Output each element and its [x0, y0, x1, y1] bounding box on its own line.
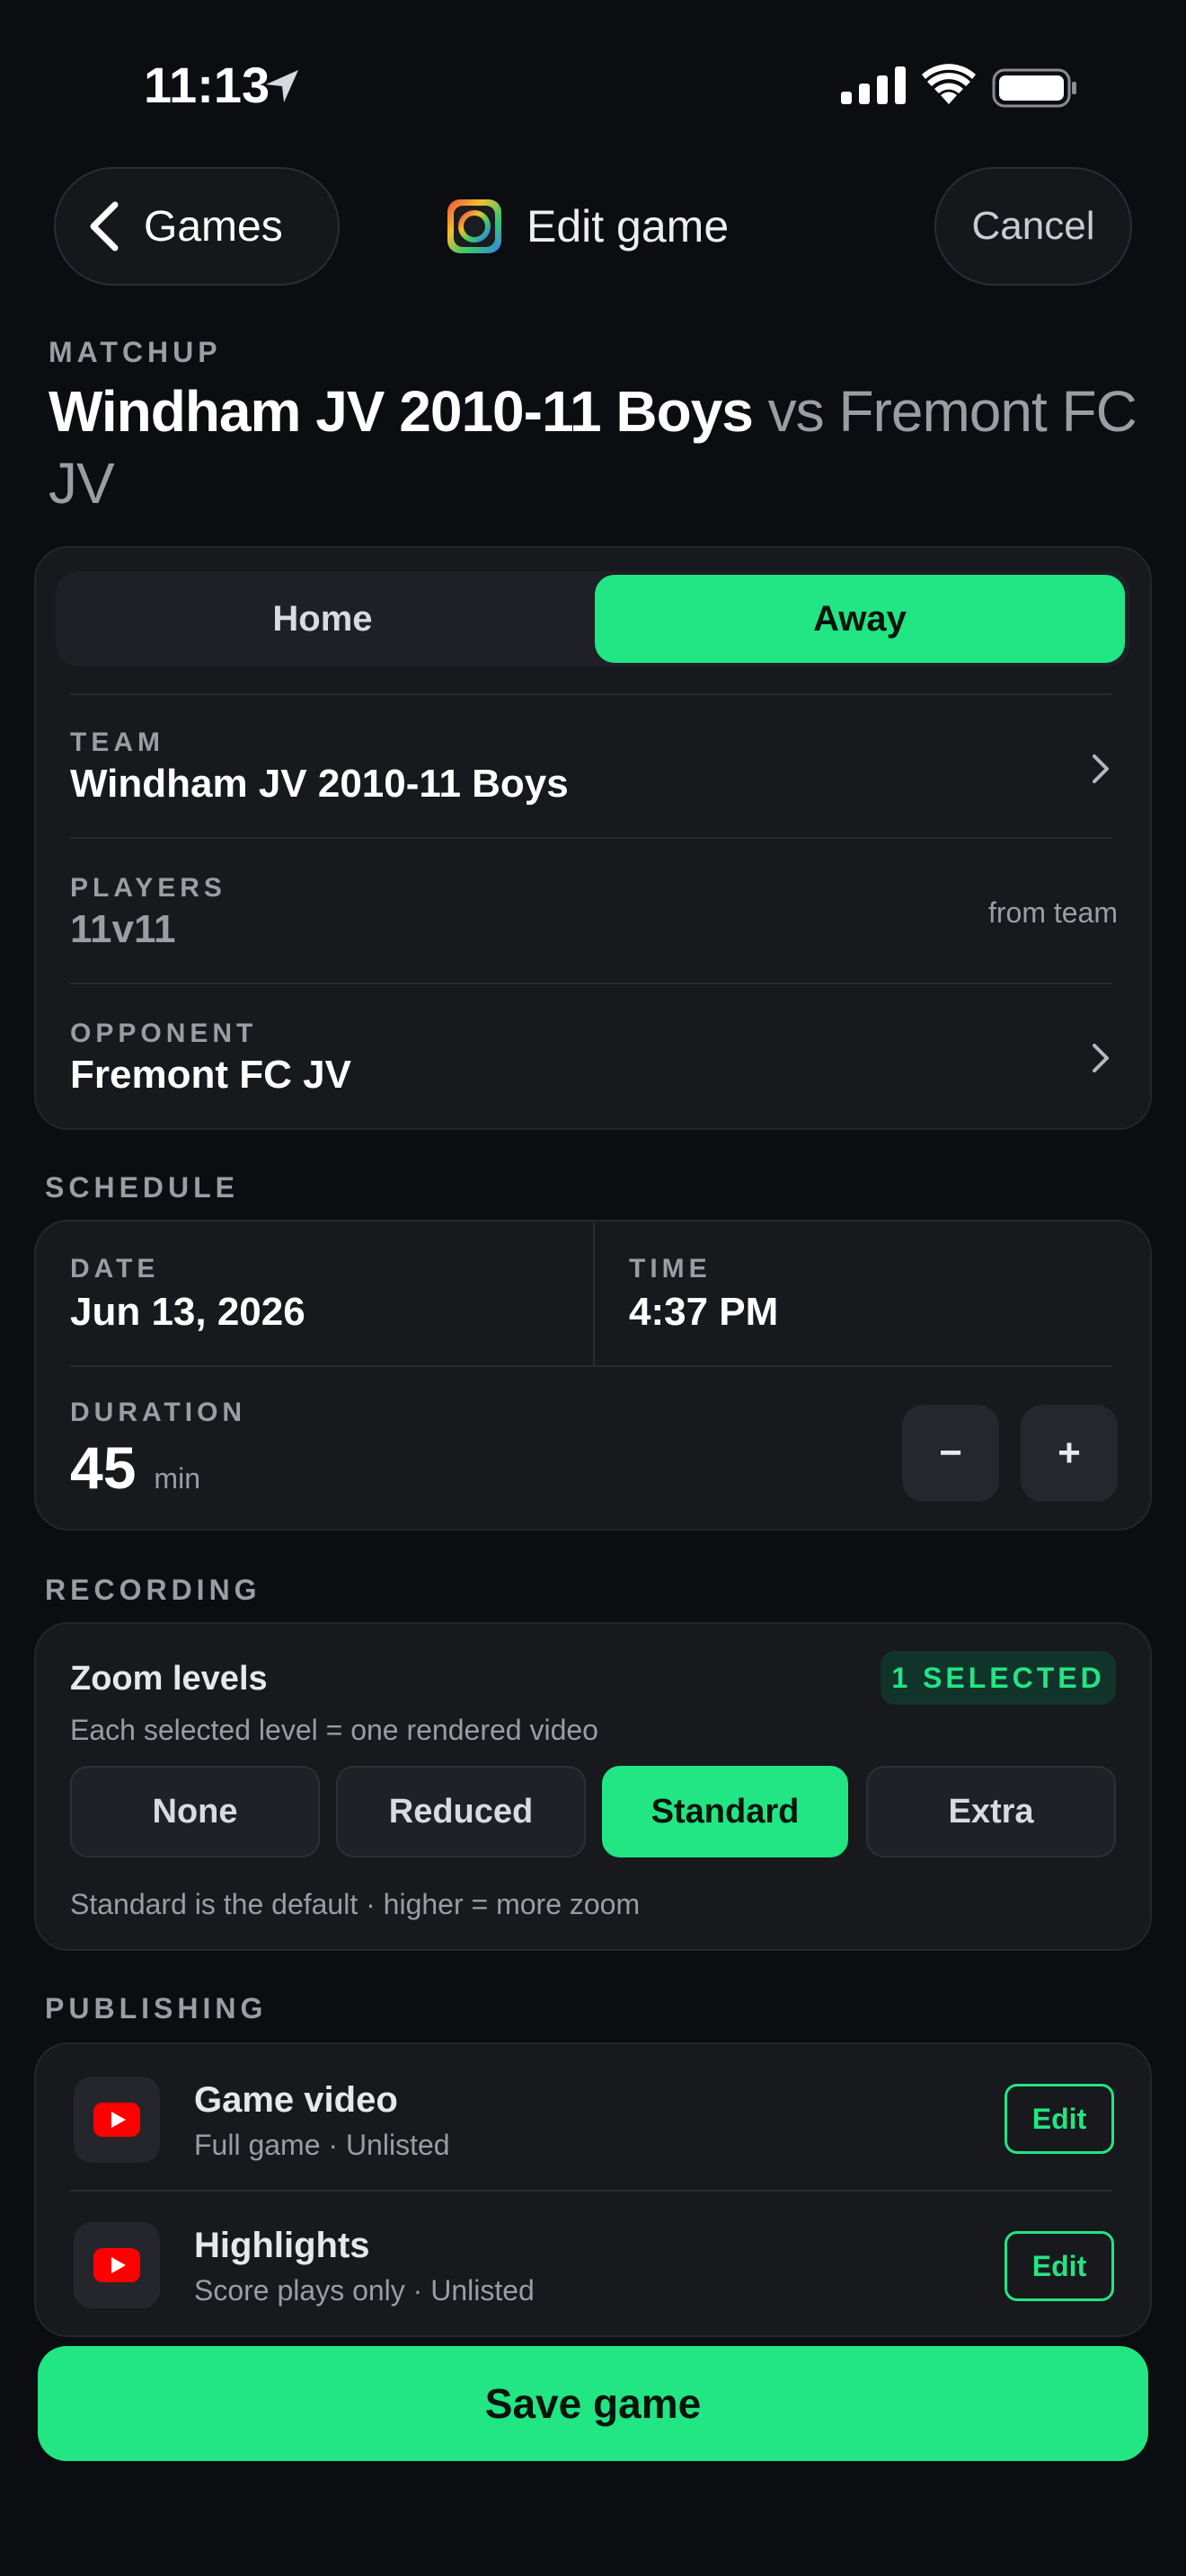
team-value: Windham JV 2010-11 Boys: [70, 762, 569, 806]
edit-game-video-button[interactable]: Edit: [1005, 2084, 1114, 2154]
publish-item-title: Game video: [194, 2080, 398, 2120]
publish-item-subtitle: Full game · Unlisted: [194, 2129, 450, 2161]
divider: [70, 1365, 1112, 1367]
opponent-value: Fremont FC JV: [70, 1053, 351, 1097]
chevron-left-icon: [90, 201, 119, 251]
duration-value: 45: [70, 1434, 137, 1501]
players-hint: from team: [987, 896, 1118, 929]
publish-item: Game video Full game · Unlisted Edit: [36, 2044, 1150, 2190]
date-field[interactable]: DATE Jun 13, 2026: [36, 1222, 595, 1365]
home-option[interactable]: Home: [56, 571, 589, 666]
duration-unit: min: [154, 1462, 200, 1495]
divider: [70, 837, 1112, 839]
youtube-icon-box: [74, 2077, 160, 2163]
chevron-right-icon: [1093, 1044, 1109, 1072]
youtube-icon: [93, 2103, 140, 2137]
publishing-card: Game video Full game · Unlisted Edit Hig…: [34, 2042, 1152, 2337]
duration-decrease-button[interactable]: −: [902, 1405, 999, 1502]
zoom-option-reduced[interactable]: Reduced: [336, 1766, 586, 1857]
recording-card: Zoom levels 1 SELECTED Each selected lev…: [34, 1622, 1152, 1951]
battery-icon: [992, 68, 1076, 108]
zoom-option-standard[interactable]: Standard: [602, 1766, 848, 1857]
opponent-row[interactable]: OPPONENT Fremont FC JV: [70, 1010, 1118, 1130]
duration-display: 45 min: [70, 1434, 200, 1502]
cancel-button[interactable]: Cancel: [934, 167, 1132, 286]
publish-item: Highlights Score plays only · Unlisted E…: [36, 2192, 1150, 2337]
time-label: TIME: [629, 1254, 712, 1284]
chevron-right-icon: [1093, 754, 1109, 783]
nav-title-text: Edit game: [527, 201, 730, 251]
time-value: 4:37 PM: [629, 1290, 779, 1334]
publish-item-subtitle: Score plays only · Unlisted: [194, 2274, 535, 2307]
zoom-option-extra[interactable]: Extra: [866, 1766, 1116, 1857]
publish-item-title: Highlights: [194, 2226, 370, 2265]
back-button-label: Games: [144, 202, 283, 251]
recording-section-label: RECORDING: [45, 1574, 261, 1606]
opponent-label: OPPONENT: [70, 1019, 258, 1048]
players-label: PLAYERS: [70, 873, 226, 903]
date-label: DATE: [70, 1254, 160, 1284]
team-label: TEAM: [70, 728, 164, 757]
duration-label: DURATION: [70, 1398, 247, 1427]
cancel-button-label: Cancel: [971, 204, 1095, 248]
cellular-signal-icon: [841, 66, 906, 104]
back-button[interactable]: Games: [54, 167, 340, 286]
date-value: Jun 13, 2026: [70, 1290, 305, 1334]
divider: [70, 983, 1112, 984]
app-logo-icon: [447, 199, 501, 253]
zoom-levels-title: Zoom levels: [70, 1660, 268, 1698]
schedule-section-label: SCHEDULE: [45, 1171, 240, 1204]
youtube-icon-box: [74, 2222, 160, 2308]
zoom-option-none[interactable]: None: [70, 1766, 320, 1857]
schedule-card: DATE Jun 13, 2026 TIME 4:37 PM DURATION …: [34, 1220, 1152, 1531]
location-arrow-icon: [266, 70, 298, 102]
youtube-icon: [93, 2248, 140, 2282]
home-away-toggle: Home Away: [56, 571, 1130, 666]
matchup-vs: vs: [767, 379, 825, 444]
nav-title: Edit game: [446, 196, 729, 257]
duration-increase-button[interactable]: +: [1021, 1405, 1118, 1502]
players-row: PLAYERS 11v11 from team: [70, 864, 1118, 984]
divider: [70, 693, 1112, 695]
zoom-levels-description: Each selected level = one rendered video: [70, 1714, 598, 1746]
players-value: 11v11: [70, 907, 176, 951]
publishing-section-label: PUBLISHING: [45, 1992, 268, 2025]
away-option[interactable]: Away: [595, 575, 1125, 663]
status-time: 11:13: [144, 57, 270, 113]
time-field[interactable]: TIME 4:37 PM: [595, 1222, 1152, 1365]
team-row[interactable]: TEAM Windham JV 2010-11 Boys: [70, 719, 1118, 839]
matchup-team: Windham JV 2010-11 Boys: [49, 379, 754, 444]
wifi-icon: [922, 64, 976, 104]
selected-count-badge: 1 SELECTED: [881, 1651, 1116, 1705]
matchup-title: Windham JV 2010-11 Boys vs Fremont FC JV: [49, 375, 1145, 519]
zoom-levels-footnote: Standard is the default · higher = more …: [70, 1888, 641, 1920]
edit-highlights-button[interactable]: Edit: [1005, 2231, 1114, 2301]
matchup-section-label: MATCHUP: [49, 336, 222, 368]
save-game-button[interactable]: Save game: [38, 2346, 1148, 2461]
